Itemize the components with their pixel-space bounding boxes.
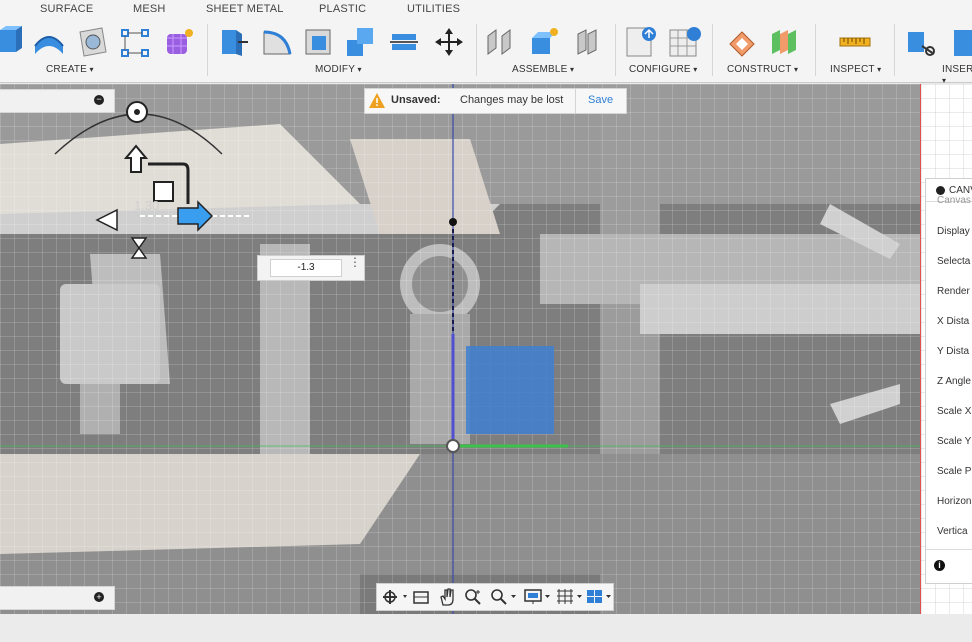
move-up-arrow [123, 144, 149, 173]
toolbar: SURFACE MESH SHEET METAL PLASTIC UTILITI… [0, 0, 972, 83]
tab-sheet-metal[interactable]: SHEET METAL [206, 3, 284, 15]
bottom-area [0, 614, 972, 642]
new-component-icon[interactable] [528, 24, 562, 60]
toolbar-divider [207, 24, 208, 76]
viewports-icon[interactable] [585, 587, 613, 607]
panel-row-canvas: Canvas [937, 195, 971, 206]
toolbar-divider [712, 24, 713, 76]
press-pull-icon[interactable] [216, 24, 250, 60]
group-configure[interactable]: CONFIGURE [629, 64, 697, 75]
configure-table-icon[interactable] [668, 24, 702, 60]
form-icon[interactable] [162, 24, 196, 60]
joint-icon[interactable] [484, 24, 518, 60]
panel-row-scale-plane[interactable]: Scale P [937, 466, 971, 477]
zoom-icon[interactable] [463, 587, 483, 607]
toolbar-divider [615, 24, 616, 76]
tab-strip: SURFACE MESH SHEET METAL PLASTIC UTILITI… [0, 0, 972, 20]
sketch-overlay [0, 84, 920, 614]
canvas-top-point [449, 218, 457, 226]
orbit-icon[interactable] [381, 588, 409, 606]
panel-row-x-distance[interactable]: X Dista [937, 316, 969, 327]
move-icon[interactable] [432, 24, 466, 60]
fit-zoom-icon[interactable] [489, 587, 519, 607]
unsaved-message: Changes may be lost [460, 94, 564, 106]
midplane-icon[interactable] [768, 24, 802, 60]
look-at-icon[interactable] [411, 588, 431, 606]
group-construct[interactable]: CONSTRUCT [727, 64, 798, 75]
scale-readout: 1.30 [134, 198, 160, 213]
extrude-icon[interactable] [0, 24, 34, 60]
dimension-input-box: -1.3 ⋮ [257, 255, 365, 281]
display-settings-icon[interactable] [523, 587, 553, 607]
measure-icon[interactable] [838, 24, 872, 60]
fillet-icon[interactable] [260, 24, 294, 60]
group-inspect[interactable]: INSPECT [830, 64, 881, 75]
grid-settings-icon[interactable] [555, 587, 585, 607]
panel-divider [926, 549, 972, 550]
panel-row-selectable[interactable]: Selecta [937, 256, 970, 267]
unsaved-title: Unsaved: [391, 94, 441, 106]
toolbar-divider [815, 24, 816, 76]
save-button[interactable]: Save [588, 94, 613, 106]
insert-derive-icon[interactable] [904, 24, 938, 60]
group-assemble[interactable]: ASSEMBLE [512, 64, 574, 75]
group-create[interactable]: CREATE [46, 64, 94, 75]
warning-icon [369, 93, 385, 108]
sketch-points-icon[interactable] [118, 24, 152, 60]
panel-row-scale-y[interactable]: Scale Y [937, 436, 971, 447]
minus-circle-icon[interactable] [936, 186, 945, 195]
motion-link-icon[interactable] [572, 24, 606, 60]
combine-icon[interactable] [344, 24, 378, 60]
more-options-icon[interactable]: ⋮ [349, 256, 361, 268]
info-icon[interactable]: i [934, 560, 945, 571]
panel-row-render[interactable]: Render [937, 286, 970, 297]
panel-row-z-angle[interactable]: Z Angle [937, 376, 971, 387]
toolbar-divider [476, 24, 477, 76]
move-right-arrow [177, 200, 214, 232]
split-body-icon[interactable] [388, 24, 422, 60]
offset-plane-icon[interactable] [726, 24, 760, 60]
comments-panel-header[interactable]: + [0, 586, 115, 610]
canvas-viewport[interactable]: 1.30 [0, 84, 920, 614]
panel-row-horizontal[interactable]: Horizon [937, 496, 971, 507]
navigation-bar [376, 583, 614, 611]
canvas-image-plane [466, 346, 554, 434]
group-modify[interactable]: MODIFY [315, 64, 362, 75]
panel-row-y-distance[interactable]: Y Dista [937, 346, 969, 357]
tab-mesh[interactable]: MESH [133, 3, 166, 15]
canvas-origin-point [446, 439, 460, 453]
panel-row-scale-x[interactable]: Scale X [937, 406, 971, 417]
group-insert[interactable]: INSERT [942, 64, 972, 86]
tab-plastic[interactable]: PLASTIC [319, 3, 366, 15]
minus-circle-icon[interactable]: − [94, 95, 104, 105]
unsaved-banner: Unsaved: Changes may be lost Save [364, 88, 627, 114]
panel-row-display[interactable]: Display [937, 226, 970, 237]
browser-panel-header[interactable]: − [0, 89, 115, 113]
insert-component-icon[interactable] [948, 24, 972, 60]
tab-surface[interactable]: SURFACE [40, 3, 93, 15]
hole-icon[interactable] [76, 24, 110, 60]
pan-icon[interactable] [437, 587, 457, 607]
toolbar-divider [894, 24, 895, 76]
banner-divider [575, 89, 576, 113]
sweep-icon[interactable] [32, 24, 66, 60]
flip-horizontal-handle [95, 208, 118, 232]
flip-vertical-handle [130, 237, 148, 259]
canvas-panel: CANV Canvas Display Selecta Render X Dis… [925, 178, 972, 584]
dimension-input[interactable]: -1.3 [270, 259, 342, 277]
change-parameters-icon[interactable] [625, 24, 659, 60]
panel-row-vertical[interactable]: Vertica [937, 526, 968, 537]
plus-circle-icon[interactable]: + [94, 592, 104, 602]
tab-utilities[interactable]: UTILITIES [407, 3, 460, 15]
shell-icon[interactable] [302, 24, 336, 60]
